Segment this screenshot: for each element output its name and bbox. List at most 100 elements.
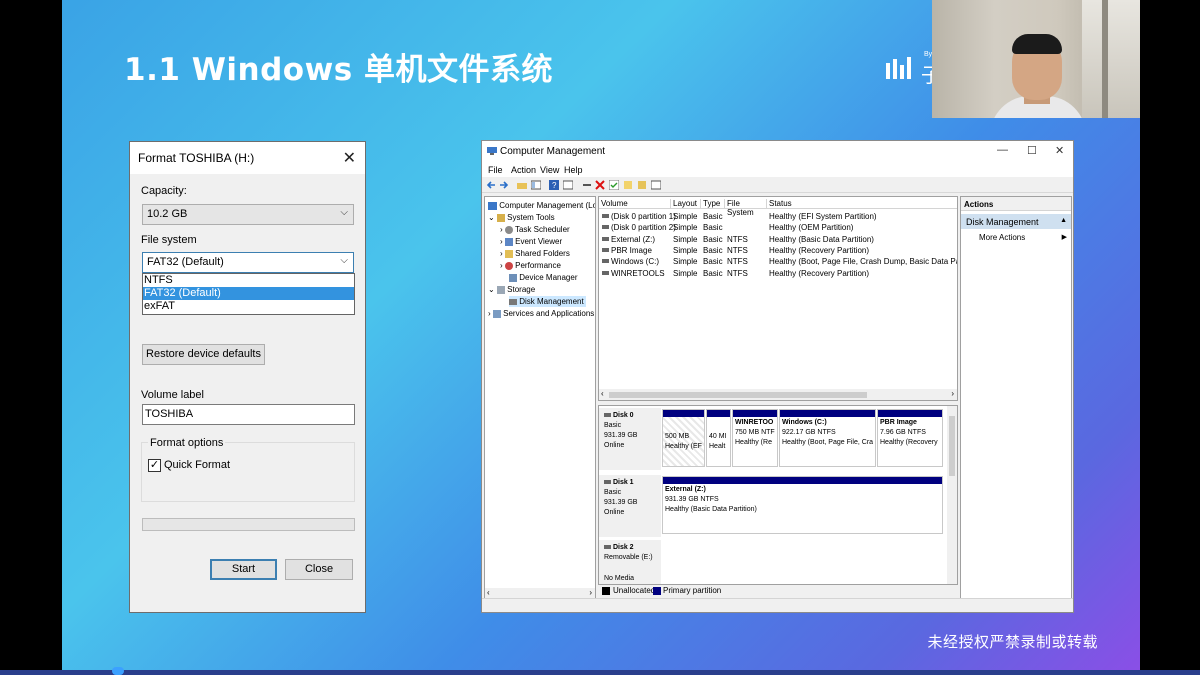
video-progress-handle[interactable] [112,667,124,675]
quick-format-checkbox[interactable]: ✓ [148,459,161,472]
menu-file[interactable]: File [488,165,503,175]
restore-defaults-button[interactable]: Restore device defaults [142,344,265,365]
tree-label-storage: Storage [507,285,536,294]
partition-external-name: External (Z:) [665,486,706,493]
volume-row[interactable]: (Disk 0 partition 1) Simple Basic Healthy (… [599,211,957,222]
tree-item-system-tools[interactable]: ⌄ System Tools [488,212,555,223]
tree-item-disk-management[interactable]: Disk Management [509,296,586,307]
tree-horizontal-scrollbar[interactable]: ‹ › [485,588,595,598]
navigation-tree: Computer Management (Local ⌄ System Tool… [484,196,596,599]
partition-winretools[interactable]: WINRETOO 750 MB NTF Healthy (Re [732,409,778,467]
volume-label-input[interactable]: TOSHIBA [142,404,355,425]
forward-arrow-icon[interactable] [499,180,509,190]
actions-disk-management[interactable]: Disk Management ▲ [961,214,1071,229]
volume-cell-status: Healthy (Basic Data Partition) [769,234,874,244]
volume-row[interactable]: WINRETOOLS Simple Basic NTFS Healthy (Recove… [599,268,957,279]
tree-label-performance: Performance [515,261,561,270]
volume-row[interactable]: External (Z:) Simple Basic NTFS Healthy (Bas… [599,234,957,245]
help-icon[interactable]: ? [549,180,559,190]
video-progress-bar[interactable] [0,670,1200,675]
event-viewer-icon [504,237,513,246]
close-icon[interactable]: ✕ [343,148,356,168]
actions-header: Actions [961,197,1071,211]
disk-view-vertical-scrollbar[interactable] [947,406,957,584]
properties-icon[interactable] [563,180,573,190]
tree-item-services[interactable]: › Services and Applications [488,308,594,319]
volume-row[interactable]: (Disk 0 partition 2) Simple Basic Healthy (… [599,222,957,233]
volume-cell-layout: Simple [673,234,698,244]
column-file-system[interactable]: File System [725,199,767,217]
disk2-info[interactable]: Disk 2 Removable (E:) No Media [599,540,661,584]
minimize-icon[interactable]: — [997,144,1008,156]
scroll-right-icon[interactable]: › [589,588,592,597]
chevron-right-icon[interactable]: ▶ [1062,233,1067,241]
disk2-name: Disk 2 [604,543,656,553]
volume-row[interactable]: PBR Image Simple Basic NTFS Healthy (Recover… [599,245,957,256]
disk0-info[interactable]: Disk 0 Basic 931.39 GB Online [599,408,661,470]
column-volume[interactable]: Volume [599,199,671,209]
check-icon[interactable] [609,180,619,190]
tree-item-storage[interactable]: ⌄ Storage [488,284,535,295]
volume-row[interactable]: Windows (C:) Simple Basic NTFS Healthy (Boot… [599,256,957,267]
partition-external-z[interactable]: External (Z:) 931.39 GB NTFS Healthy (Ba… [662,476,943,534]
filesystem-select[interactable]: FAT32 (Default) ⌵ [142,252,354,273]
close-button[interactable]: Close [285,559,353,580]
up-folder-icon[interactable] [517,180,527,190]
menu-action[interactable]: Action [511,165,536,175]
device-manager-icon [509,273,517,282]
disk0-type: Basic [604,422,622,429]
refresh-icon[interactable] [637,180,647,190]
export-icon[interactable] [623,180,633,190]
volume-cell-volume: (Disk 0 partition 1) [611,212,676,221]
close-icon[interactable]: ✕ [1055,144,1064,157]
connect-icon[interactable] [582,180,592,190]
back-arrow-icon[interactable] [486,180,496,190]
tree-item-event-viewer[interactable]: › Event Viewer [500,236,562,247]
volume-cell-status: Healthy (OEM Partition) [769,223,854,233]
tree-item-device-manager[interactable]: Device Manager [509,272,577,283]
partition-efi[interactable]: 500 MB Healthy (EF [662,409,705,467]
volume-horizontal-scrollbar[interactable]: ‹ › [599,389,957,400]
partition-efi-status: Healthy (EF [665,443,702,450]
format-options-group [141,442,355,502]
collapse-up-icon[interactable]: ▲ [1060,217,1067,224]
column-layout[interactable]: Layout [671,199,701,209]
more-actions-item[interactable]: More Actions [979,233,1025,242]
column-type[interactable]: Type [701,199,725,209]
view-icon[interactable] [651,180,661,190]
disk-graphical-view: Disk 0 Basic 931.39 GB Online 500 MB Hea… [598,405,958,585]
filesystem-option-exfat[interactable]: exFAT [143,300,354,313]
capacity-select[interactable]: 10.2 GB ⌵ [142,204,354,225]
scrollbar-thumb[interactable] [949,416,955,476]
menu-help[interactable]: Help [564,165,583,175]
filesystem-option-fat32[interactable]: FAT32 (Default) [143,287,354,300]
chevron-down-icon: ⌵ [340,207,348,218]
capacity-label: Capacity: [141,185,187,197]
disk1-info[interactable]: Disk 1 Basic 931.39 GB Online [599,475,661,537]
volume-list: Volume Layout Type File System Status (D… [598,196,958,401]
show-tree-icon[interactable] [531,180,541,190]
storage-icon [496,285,505,294]
disk2-type: Removable (E:) [604,554,653,561]
chevron-right-icon: › [500,225,503,234]
tree-item-task-scheduler[interactable]: › Task Scheduler [500,224,570,235]
volume-icon [602,236,609,241]
computer-icon [488,201,497,210]
scrollbar-thumb[interactable] [609,392,867,398]
tree-item-shared-folders[interactable]: › Shared Folders [500,248,570,259]
tree-item-performance[interactable]: › Performance [500,260,561,271]
partition-windows-c[interactable]: Windows (C:) 922.17 GB NTFS Healthy (Boo… [779,409,876,467]
tree-item-root[interactable]: Computer Management (Local [488,200,595,211]
start-button[interactable]: Start [210,559,277,580]
maximize-icon[interactable]: ☐ [1027,144,1037,157]
scroll-left-icon[interactable]: ‹ [601,389,604,398]
filesystem-option-ntfs[interactable]: NTFS [143,274,354,287]
format-progress-bar [142,518,355,531]
scroll-left-icon[interactable]: ‹ [487,588,490,597]
scroll-right-icon[interactable]: › [951,389,954,398]
delete-icon[interactable] [595,180,605,190]
column-status[interactable]: Status [767,199,957,209]
menu-view[interactable]: View [540,165,559,175]
partition-pbr-image[interactable]: PBR Image 7.96 GB NTFS Healthy (Recovery [877,409,943,467]
partition-oem[interactable]: 40 MI Healt [706,409,731,467]
